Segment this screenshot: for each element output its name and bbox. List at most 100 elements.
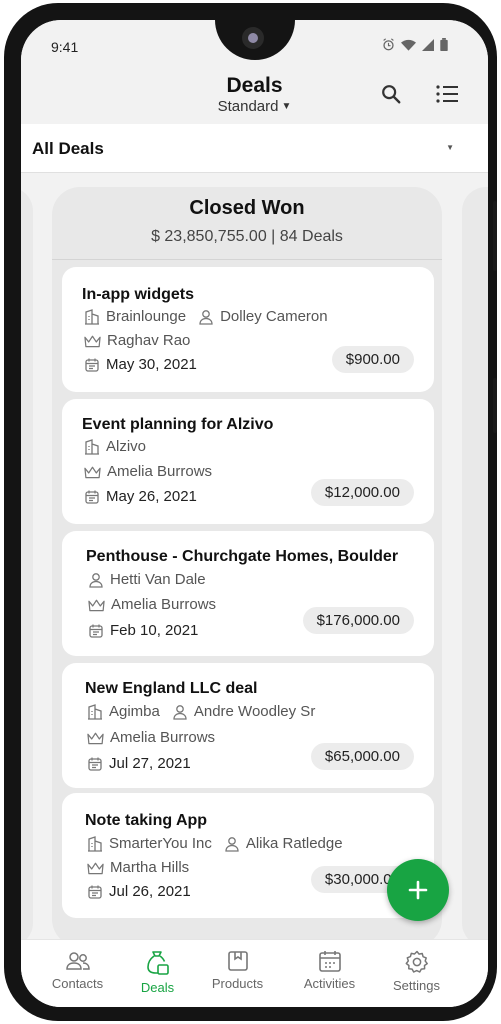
deal-owner: Amelia Burrows: [107, 463, 213, 480]
deal-date-row: May 30, 2021: [84, 356, 197, 373]
deal-owner: Amelia Burrows: [110, 729, 216, 746]
plus-icon: [408, 880, 428, 900]
column-title: Closed Won: [189, 197, 305, 219]
deal-title: Penthouse - Churchgate Homes, Boulder: [86, 548, 399, 565]
deal-company: Alzivo: [106, 438, 147, 455]
deal-amount: $176,000.00: [302, 607, 414, 634]
crown-icon: [84, 466, 101, 478]
building-icon: [85, 438, 99, 455]
deal-owner-row: Raghav Rao: [84, 332, 190, 349]
crown-icon: [84, 335, 101, 347]
status-icons: [382, 38, 448, 51]
list-view-icon[interactable]: [433, 80, 461, 108]
deal-close-date: Jul 26, 2021: [109, 883, 191, 900]
stage-column-closed-won: Closed Won $ 23,850,755.00 | 84 Deals In…: [52, 187, 442, 939]
deal-card[interactable]: Note taking App SmarterYou Inc Alika Rat…: [62, 793, 434, 918]
power-button: [493, 378, 497, 433]
deal-contact-row: Hetti Van Dale: [88, 571, 206, 588]
calendar-icon: [89, 624, 103, 638]
products-icon: [227, 951, 248, 971]
deal-title: Note taking App: [85, 812, 208, 829]
deal-date-row: Feb 10, 2021: [88, 622, 198, 639]
screen: 9:41 Deals Standard ▼ All Deals ▼ Closed…: [21, 20, 488, 1007]
divider: [52, 259, 442, 260]
deal-close-date: May 26, 2021: [106, 488, 197, 505]
deal-close-date: May 30, 2021: [106, 356, 197, 373]
deal-contact: Dolley Cameron: [198, 308, 328, 325]
deal-close-date: Feb 10, 2021: [110, 622, 199, 639]
calendar-icon: [88, 757, 102, 771]
deal-card[interactable]: Event planning for Alzivo Alzivo Amelia …: [62, 399, 434, 524]
deal-card[interactable]: Penthouse - Churchgate Homes, Boulder He…: [62, 531, 434, 656]
nav-item-settings[interactable]: Settings: [370, 950, 463, 993]
pipeline-selector-label: Standard: [217, 98, 279, 115]
calendar-icon: [88, 885, 102, 899]
pipeline-selector[interactable]: Standard ▼: [21, 98, 488, 115]
kanban-board[interactable]: Closed Won $ 23,850,755.00 | 84 Deals In…: [21, 173, 488, 939]
settings-icon: [405, 950, 428, 973]
person-icon: [199, 309, 213, 325]
deal-company-row: SmarterYou Inc Alika Ratledge: [87, 835, 343, 852]
deal-owner: Raghav Rao: [107, 332, 191, 349]
nav-label: Settings: [393, 978, 440, 993]
front-camera: [242, 27, 264, 49]
deal-date-row: May 26, 2021: [84, 488, 197, 505]
column-header: Closed Won $ 23,850,755.00 | 84 Deals: [52, 187, 442, 259]
nav-label: Contacts: [51, 976, 104, 991]
deal-owner: Amelia Burrows: [111, 596, 217, 613]
previous-column[interactable]: [21, 187, 33, 939]
calendar-icon: [85, 490, 99, 504]
crown-icon: [87, 862, 104, 874]
deal-contact-name: Alika Ratledge: [245, 835, 343, 852]
volume-button: [493, 201, 497, 271]
person-icon: [225, 836, 239, 852]
deal-amount: $900.00: [331, 346, 414, 373]
deal-contact-name: Dolley Cameron: [220, 308, 328, 325]
deal-date-row: Jul 26, 2021: [87, 883, 191, 900]
deal-company-row: Brainlounge Dolley Cameron: [84, 308, 328, 325]
nav-label: Deals: [140, 980, 175, 995]
app-header: Deals Standard ▼: [21, 72, 488, 124]
activities-icon: [318, 951, 341, 972]
deals-icon: [146, 951, 169, 975]
deal-contact-name: Hetti Van Dale: [110, 571, 206, 588]
nav-item-activities[interactable]: Activities: [283, 950, 376, 991]
bottom-nav: Contacts Deals Products Activities Setti…: [21, 939, 488, 1007]
deal-filter-dropdown[interactable]: All Deals ▼: [21, 124, 488, 173]
deal-title: New England LLC deal: [85, 680, 258, 697]
page-title: Deals: [226, 74, 283, 97]
deal-company-row: Alzivo: [84, 438, 146, 455]
deal-title: In-app widgets: [82, 286, 194, 303]
nav-item-products[interactable]: Products: [191, 950, 284, 991]
wifi-icon: [401, 39, 416, 51]
deal-amount: $65,000.00: [310, 743, 414, 770]
nav-label: Products: [211, 976, 264, 991]
search-icon[interactable]: [377, 80, 405, 108]
deal-close-date: Jul 27, 2021: [109, 755, 191, 772]
battery-icon: [440, 38, 448, 51]
phone-frame: 9:41 Deals Standard ▼ All Deals ▼ Closed…: [4, 3, 497, 1021]
calendar-icon: [85, 358, 99, 372]
chevron-down-icon: ▼: [446, 143, 454, 152]
deal-card[interactable]: In-app widgets Brainlounge Dolley Camero…: [62, 267, 434, 392]
deal-card[interactable]: New England LLC deal Agimba Andre Woodle…: [62, 663, 434, 788]
crown-icon: [88, 599, 105, 611]
contacts-icon: [65, 952, 90, 970]
deal-amount: $12,000.00: [310, 479, 414, 506]
next-column[interactable]: [462, 187, 488, 939]
person-icon: [173, 704, 187, 720]
deal-filter-label: All Deals: [32, 139, 104, 158]
alarm-icon: [383, 38, 394, 51]
building-icon: [85, 308, 99, 325]
deal-company: SmarterYou Inc: [109, 835, 212, 852]
building-icon: [88, 835, 102, 852]
deal-contact: Alika Ratledge: [224, 835, 343, 852]
deal-contact-name: Andre Woodley Sr: [193, 703, 316, 720]
deal-company-row: Agimba Andre Woodley Sr: [87, 703, 315, 720]
deal-owner-row: Amelia Burrows: [88, 596, 216, 613]
column-summary: $ 23,850,755.00 | 84 Deals: [151, 228, 343, 245]
deal-owner-row: Amelia Burrows: [87, 729, 215, 746]
deal-company: Brainlounge: [106, 308, 187, 325]
add-deal-button[interactable]: [387, 859, 449, 921]
deal-title: Event planning for Alzivo: [82, 416, 274, 433]
